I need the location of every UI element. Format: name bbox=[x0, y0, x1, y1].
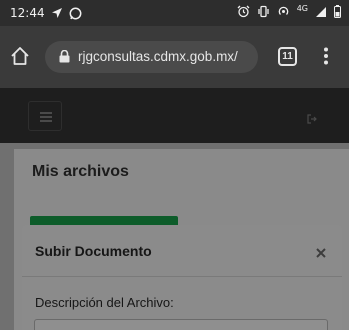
close-icon[interactable] bbox=[316, 245, 326, 263]
hotspot-icon bbox=[277, 5, 290, 18]
status-time: 12:44 bbox=[10, 6, 45, 20]
battery-icon bbox=[334, 5, 341, 18]
logout-icon[interactable] bbox=[307, 111, 317, 129]
network-type: 4G bbox=[296, 4, 308, 13]
modal-header: Subir Documento bbox=[22, 225, 342, 277]
home-icon[interactable] bbox=[10, 46, 30, 71]
vibrate-icon bbox=[257, 5, 270, 18]
tab-count: 11 bbox=[282, 51, 293, 62]
hamburger-menu-button[interactable] bbox=[28, 101, 62, 131]
more-vert-icon[interactable] bbox=[323, 46, 329, 71]
modal-title: Subir Documento bbox=[35, 243, 152, 259]
description-input[interactable] bbox=[34, 319, 328, 330]
whatsapp-icon bbox=[69, 7, 82, 20]
address-bar[interactable]: rjgconsultas.cdmx.gob.mx/ bbox=[45, 41, 258, 73]
site-header bbox=[0, 88, 349, 143]
description-label: Descripción del Archivo: bbox=[35, 295, 174, 310]
navigation-arrow-icon bbox=[51, 7, 63, 19]
page-title: Mis archivos bbox=[32, 163, 129, 180]
status-bar: 12:44 4G bbox=[0, 0, 349, 26]
tab-switcher-button[interactable]: 11 bbox=[278, 47, 297, 66]
lock-icon bbox=[59, 49, 70, 68]
url-text: rjgconsultas.cdmx.gob.mx/ bbox=[78, 49, 238, 64]
upload-document-modal: Subir Documento Descripción del Archivo: bbox=[22, 225, 342, 330]
signal-icon bbox=[315, 6, 327, 18]
browser-toolbar: rjgconsultas.cdmx.gob.mx/ 11 bbox=[0, 26, 349, 88]
alarm-icon bbox=[237, 5, 250, 18]
